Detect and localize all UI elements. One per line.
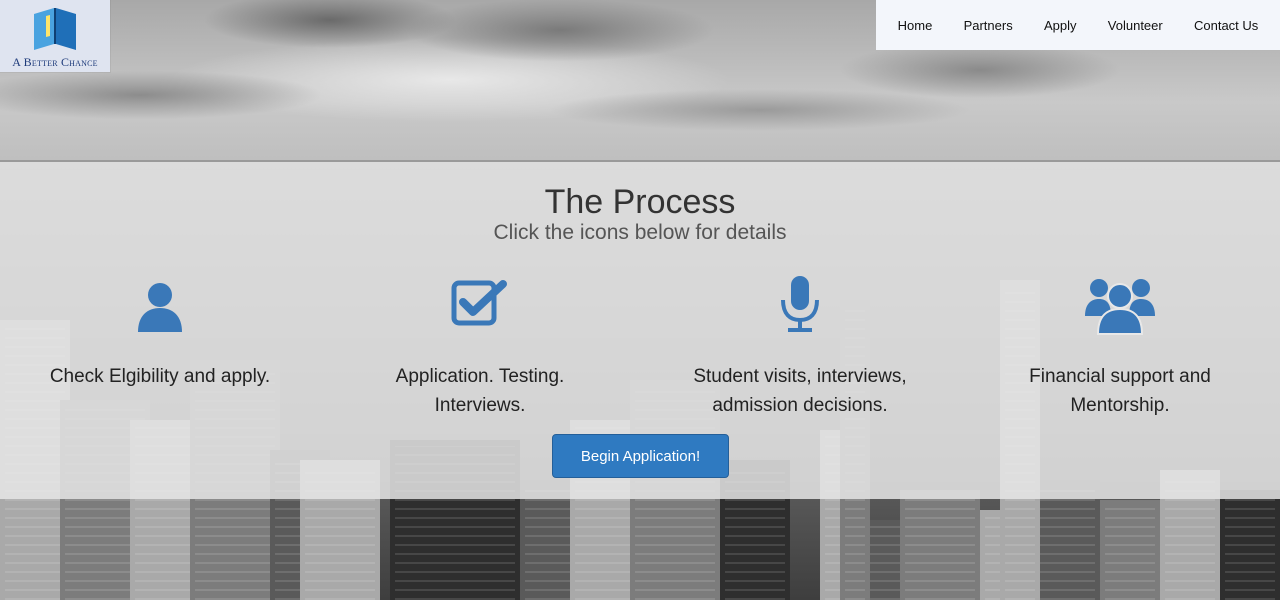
step-text-line: Student visits, interviews, [693, 366, 907, 387]
user-icon[interactable] [135, 280, 185, 334]
nav-contact-us[interactable]: Contact Us [1190, 14, 1262, 37]
microphone-icon[interactable] [778, 274, 822, 334]
nav-apply[interactable]: Apply [1040, 14, 1081, 37]
step-text: Check Elgibility and apply. [10, 362, 310, 391]
step-student-visits: Student visits, interviews, admission de… [650, 274, 950, 416]
nav-volunteer[interactable]: Volunteer [1104, 14, 1167, 37]
group-icon[interactable] [1085, 274, 1155, 336]
step-text: Student visits, interviews, admission de… [650, 362, 950, 420]
logo-text: A Better Chance [12, 55, 98, 69]
begin-application-button[interactable]: Begin Application! [552, 434, 729, 478]
top-nav: Home Partners Apply Volunteer Contact Us [876, 0, 1280, 50]
step-text-line: Financial support and [1029, 366, 1211, 387]
section-title: The Process [544, 183, 736, 221]
step-text: Financial support and Mentorship. [970, 362, 1270, 420]
step-financial-support: Financial support and Mentorship. [970, 274, 1270, 416]
step-text-line: admission decisions. [712, 395, 888, 416]
step-text: Application. Testing. Interviews. [330, 362, 630, 420]
step-text-line: Check Elgibility and apply. [49, 366, 271, 387]
nav-partners[interactable]: Partners [960, 14, 1017, 37]
nav-home[interactable]: Home [894, 14, 937, 37]
section-subtitle: Click the icons below for details [493, 221, 787, 244]
step-application-testing: Application. Testing. Interviews. [330, 280, 630, 416]
step-text-line: Application. Testing. [395, 366, 565, 387]
brand-logo[interactable]: A Better Chance [0, 0, 110, 72]
book-logo-icon [34, 8, 76, 50]
step-text-line: Interviews. [434, 395, 526, 416]
step-text-line: Mentorship. [1070, 395, 1170, 416]
checkbox-icon[interactable] [451, 280, 509, 328]
step-check-eligibility: Check Elgibility and apply. [10, 280, 310, 387]
